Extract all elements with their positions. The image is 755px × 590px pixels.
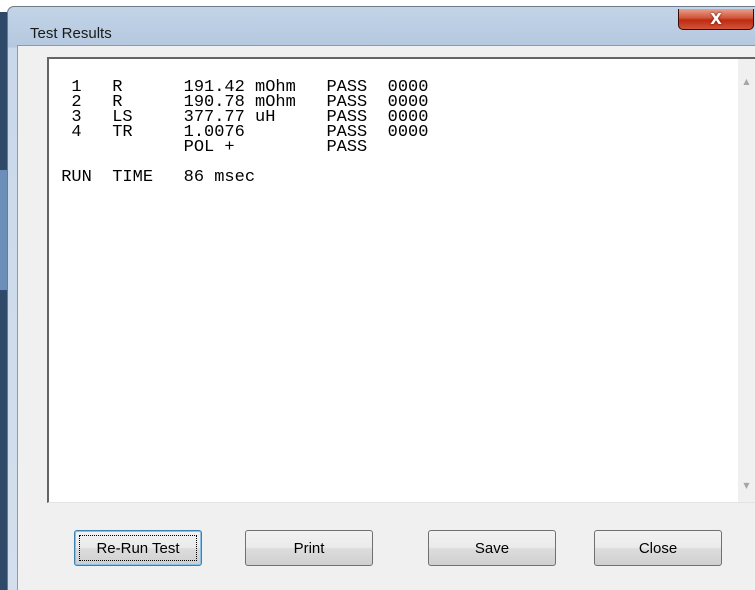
rerun-test-button[interactable]: Re-Run Test (74, 530, 202, 566)
scroll-up-arrow-icon[interactable]: ▲ (738, 73, 755, 90)
close-label: Close (638, 539, 678, 557)
results-output: 1 R 191.42 mOhm PASS 0000 2 R 190.78 mOh… (51, 79, 428, 187)
window-close-button[interactable]: X (678, 9, 754, 30)
background-window-highlight (0, 170, 7, 290)
close-button[interactable]: Close (594, 530, 722, 566)
background-window-edge (0, 12, 7, 590)
save-label: Save (474, 539, 510, 557)
vertical-scrollbar[interactable]: ▲ ▼ (738, 59, 755, 502)
run-time-line: RUN TIME 86 msec (51, 168, 256, 187)
dialog-client-area: 1 R 191.42 mOhm PASS 0000 2 R 190.78 mOh… (17, 45, 755, 590)
focus-rectangle (79, 535, 197, 561)
scroll-down-arrow-icon[interactable]: ▼ (738, 477, 755, 494)
title-bar[interactable]: Test Results X (8, 7, 755, 49)
save-button[interactable]: Save (428, 530, 556, 566)
print-button[interactable]: Print (245, 530, 373, 566)
window-title: Test Results (30, 25, 112, 42)
results-textbox[interactable]: 1 R 191.42 mOhm PASS 0000 2 R 190.78 mOh… (47, 57, 755, 503)
close-icon: X (710, 10, 722, 28)
result-line-polarity: POL + PASS (51, 138, 368, 157)
print-label: Print (293, 539, 325, 557)
